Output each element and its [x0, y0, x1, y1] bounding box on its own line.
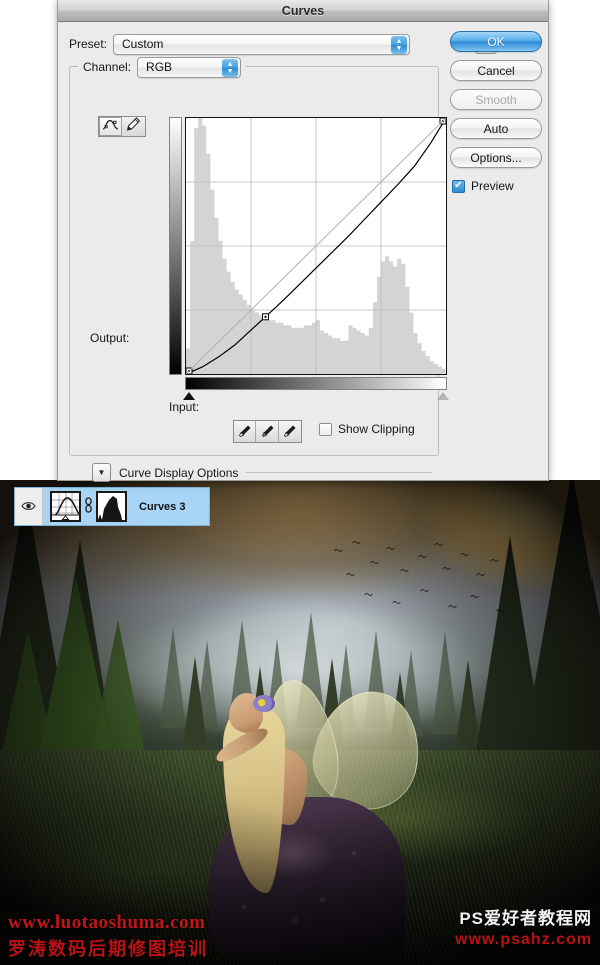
bird-glyph: ～: [442, 565, 452, 575]
preset-label: Preset:: [69, 37, 108, 51]
bird-glyph: ～: [346, 571, 356, 581]
curves-adjustment-thumbnail[interactable]: [50, 491, 81, 522]
channel-group-box: Channel: RGB ▲ ▼ Output: Input: Show Cli…: [69, 56, 449, 482]
eye-icon: [21, 501, 36, 513]
bird-flock: ～ ～ ～ ～ ～ ～ ～ ～ ～ ～ ～ ～ ～ ～ ～ ～ ～ ～: [330, 540, 530, 630]
pencil-icon: [126, 117, 141, 136]
set-white-point-eyedropper[interactable]: [278, 421, 301, 442]
hair-flower-ornament: [253, 695, 275, 712]
bird-glyph: ～: [476, 571, 486, 581]
preset-value: Custom: [122, 37, 164, 51]
bird-glyph: ～: [496, 607, 506, 617]
cancel-button[interactable]: Cancel: [450, 60, 542, 81]
curve-pencil-icon: [102, 118, 119, 136]
dialog-title: Curves: [281, 3, 325, 18]
dialog-body: Preset: Custom ▲ ▼ Channel: RGB ▲ ▼ Outp…: [58, 22, 548, 482]
curve-display-options-row[interactable]: ▼ Curve Display Options: [92, 463, 432, 482]
bird-glyph: ～: [352, 539, 362, 549]
ok-button[interactable]: OK: [450, 31, 542, 52]
black-point-slider[interactable]: [183, 392, 195, 400]
eyedropper-group: [233, 420, 302, 443]
preview-checkbox[interactable]: ✔: [452, 179, 465, 193]
edit-points-tool-button[interactable]: [99, 117, 122, 136]
preview-label: Preview: [471, 179, 514, 193]
set-black-point-eyedropper[interactable]: [234, 421, 257, 442]
bird-glyph: ～: [386, 545, 396, 555]
bird-glyph: ～: [490, 557, 500, 567]
preset-row: Preset: Custom ▲ ▼: [69, 33, 479, 55]
bird-glyph: ～: [448, 603, 458, 613]
channel-stepper[interactable]: ▲ ▼: [222, 58, 239, 77]
curve-display-options-label: Curve Display Options: [119, 465, 239, 480]
channel-row: Channel: RGB ▲ ▼: [78, 56, 247, 78]
bird-glyph: ～: [364, 591, 374, 601]
curve-graph[interactable]: [185, 117, 447, 375]
stepper-down-arrow: ▼: [226, 67, 234, 75]
input-gradient-strip: [185, 377, 447, 390]
channel-label: Channel:: [83, 60, 132, 74]
channel-value: RGB: [146, 60, 173, 74]
bird-glyph: ～: [400, 567, 410, 577]
output-label: Output:: [90, 331, 130, 345]
bird-glyph: ～: [370, 559, 380, 569]
draw-curve-pencil-tool-button[interactable]: [122, 117, 145, 136]
disclosure-triangle-icon[interactable]: ▼: [92, 463, 111, 482]
layer-name-label: Curves 3: [139, 500, 186, 513]
dialog-titlebar[interactable]: Curves: [58, 0, 548, 22]
show-clipping-checkbox[interactable]: [319, 422, 332, 436]
link-icon[interactable]: [84, 497, 93, 516]
bird-glyph: ～: [420, 587, 430, 597]
smooth-button: Smooth: [450, 89, 542, 110]
show-clipping-label: Show Clipping: [338, 422, 415, 436]
curves-dialog: Curves Preset: Custom ▲ ▼ Channel: RGB ▲…: [57, 0, 549, 482]
stepper-down-arrow: ▼: [395, 44, 403, 52]
stepper-up-arrow: ▲: [395, 37, 403, 45]
bird-glyph: ～: [434, 541, 444, 551]
stepper-up-arrow: ▲: [226, 60, 234, 68]
bird-glyph: ～: [334, 547, 344, 557]
output-gradient-strip: [169, 117, 182, 375]
layer-row-curves-3[interactable]: Curves 3: [14, 487, 210, 526]
auto-button[interactable]: Auto: [450, 118, 542, 139]
preset-stepper[interactable]: ▲ ▼: [391, 35, 408, 54]
preview-row[interactable]: ✔ Preview: [452, 179, 542, 193]
channel-dropdown[interactable]: RGB ▲ ▼: [137, 56, 242, 78]
input-label: Input:: [169, 400, 200, 414]
dialog-button-column: OK Cancel Smooth Auto Options... ✔ Previ…: [450, 31, 542, 193]
photoshop-canvas-image: ～ ～ ～ ～ ～ ～ ～ ～ ～ ～ ～ ～ ～ ～ ～ ～ ～ ～ www.…: [0, 480, 600, 965]
layer-mask-thumbnail[interactable]: [96, 491, 127, 522]
layer-visibility-toggle[interactable]: [15, 488, 43, 525]
bird-glyph: ～: [418, 553, 428, 563]
fairy-figure: [195, 673, 429, 965]
white-point-slider[interactable]: [437, 392, 449, 400]
bird-glyph: ～: [470, 593, 480, 603]
bird-glyph: ～: [460, 551, 470, 561]
bird-glyph: ～: [392, 599, 402, 609]
curve-tool-group: [98, 116, 146, 137]
options-button[interactable]: Options...: [450, 147, 542, 168]
separator-rule: [246, 472, 432, 473]
set-gray-point-eyedropper[interactable]: [256, 421, 279, 442]
preset-dropdown[interactable]: Custom ▲ ▼: [113, 33, 411, 55]
screenshot-root: ～ ～ ～ ～ ～ ～ ～ ～ ～ ～ ～ ～ ～ ～ ～ ～ ～ ～ www.…: [0, 0, 600, 965]
show-clipping-row[interactable]: Show Clipping: [319, 422, 415, 436]
